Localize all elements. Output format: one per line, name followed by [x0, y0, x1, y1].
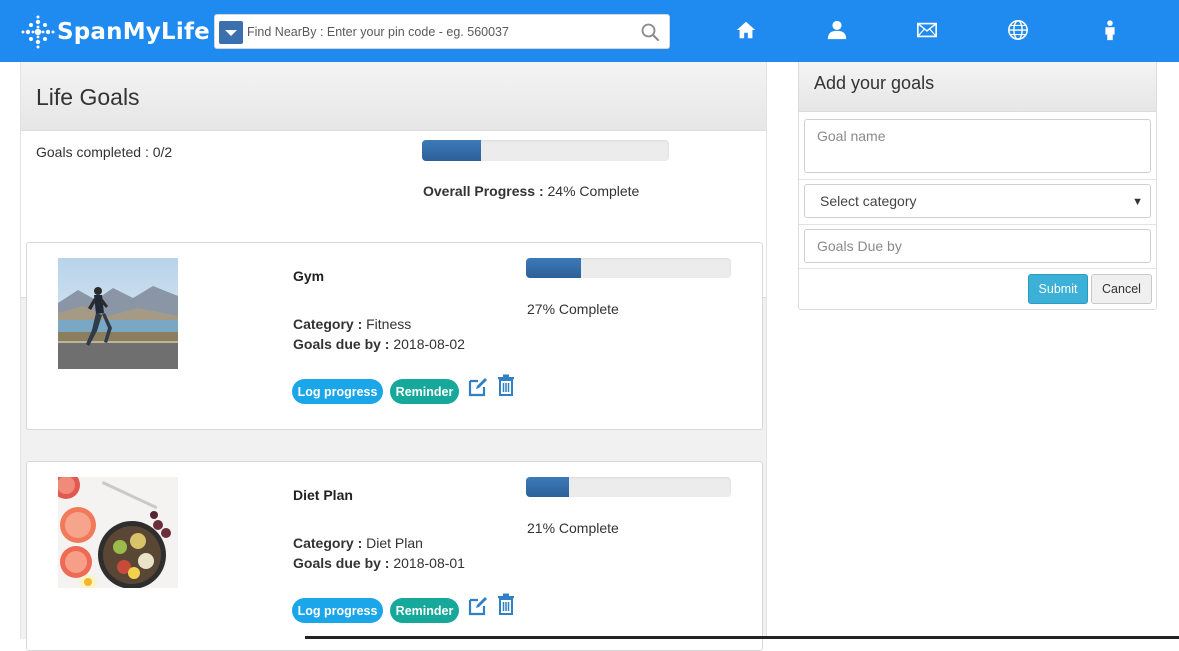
globe-icon: [1008, 20, 1028, 40]
nav-messages[interactable]: [914, 17, 940, 43]
overall-progress-value: 24% Complete: [547, 183, 640, 199]
goal-card: Gym Category : Fitness Goals due by : 20…: [26, 242, 763, 430]
search-icon[interactable]: [640, 22, 660, 42]
mail-icon: [917, 22, 937, 38]
runner-photo: [58, 258, 178, 369]
goals-completed-count: Goals completed : 0/2: [36, 144, 173, 160]
goal-title: Gym: [293, 268, 325, 284]
goal-image: [58, 258, 178, 369]
goal-due-date-input[interactable]: [804, 229, 1151, 263]
goal-title: Diet Plan: [293, 487, 353, 503]
overall-progress-bar: [422, 140, 669, 161]
logo-mark-icon: [21, 15, 55, 49]
add-goals-header: Add your goals: [799, 62, 1156, 112]
top-navbar: SpanMyLife: [0, 0, 1179, 62]
life-goals-panel: Life Goals Goals completed : 0/2 Overall…: [20, 62, 767, 651]
submit-button[interactable]: Submit: [1028, 274, 1088, 304]
divider: [799, 224, 1156, 225]
goal-progress-fill: [526, 477, 570, 497]
overall-progress-text: Overall Progress : 24% Complete: [423, 183, 639, 199]
chevron-down-icon: ▼: [1132, 196, 1143, 208]
delete-icon[interactable]: [495, 592, 517, 616]
home-icon: [736, 21, 756, 39]
overall-progress-label: Overall Progress :: [423, 183, 544, 199]
goal-progress-bar: [526, 258, 731, 278]
goal-due-date: Goals due by : 2018-08-02: [293, 336, 465, 352]
reminder-button[interactable]: Reminder: [390, 598, 459, 623]
page-title: Life Goals: [36, 84, 140, 110]
goal-due-value: 2018-08-02: [393, 336, 465, 352]
goal-due-date: Goals due by : 2018-08-01: [293, 555, 465, 571]
reminder-button[interactable]: Reminder: [390, 379, 459, 404]
search-bar: [214, 14, 670, 49]
goal-progress-fill: [526, 258, 582, 278]
brand-name: SpanMyLife: [57, 19, 210, 45]
nav-account[interactable]: [1097, 17, 1123, 43]
search-input[interactable]: [247, 15, 632, 48]
log-progress-button[interactable]: Log progress: [292, 598, 383, 623]
nav-profile[interactable]: [824, 17, 850, 43]
goal-category-label: Category :: [293, 316, 363, 332]
goal-card: Diet Plan Category : Diet Plan Goals due…: [26, 461, 763, 651]
user-icon: [827, 20, 847, 40]
divider: [799, 268, 1156, 269]
goal-name-input[interactable]: [804, 119, 1151, 173]
nav-explore[interactable]: [1005, 17, 1031, 43]
overall-progress-fill: [422, 140, 482, 161]
divider: [799, 179, 1156, 180]
goal-progress-text: 21% Complete: [527, 520, 619, 536]
goal-category-value: Diet Plan: [366, 535, 423, 551]
edit-icon[interactable]: [467, 375, 489, 399]
nav-home[interactable]: [733, 17, 759, 43]
goal-category: Category : Fitness: [293, 316, 411, 332]
add-goals-title: Add your goals: [814, 73, 935, 93]
category-select[interactable]: Select category ▼: [804, 184, 1151, 218]
edit-icon[interactable]: [467, 594, 489, 618]
cancel-button[interactable]: Cancel: [1091, 274, 1152, 304]
food-photo: [58, 477, 178, 588]
goal-category-label: Category :: [293, 535, 363, 551]
person-icon: [1105, 20, 1115, 41]
delete-icon[interactable]: [495, 373, 517, 397]
brand-logo[interactable]: SpanMyLife: [20, 14, 210, 50]
log-progress-button[interactable]: Log progress: [292, 379, 383, 404]
goal-due-label: Goals due by :: [293, 555, 390, 571]
category-select-value: Select category: [820, 193, 917, 209]
life-goals-header: Life Goals: [21, 62, 766, 131]
goal-category-value: Fitness: [366, 316, 412, 332]
search-dropdown-toggle[interactable]: [219, 21, 243, 44]
goal-category: Category : Diet Plan: [293, 535, 423, 551]
goal-image: [58, 477, 178, 588]
goal-due-value: 2018-08-01: [393, 555, 465, 571]
add-goals-panel: Add your goals Select category ▼ Submit …: [798, 62, 1157, 310]
goal-progress-bar: [526, 477, 731, 497]
goal-due-label: Goals due by :: [293, 336, 390, 352]
goal-progress-text: 27% Complete: [527, 301, 619, 317]
